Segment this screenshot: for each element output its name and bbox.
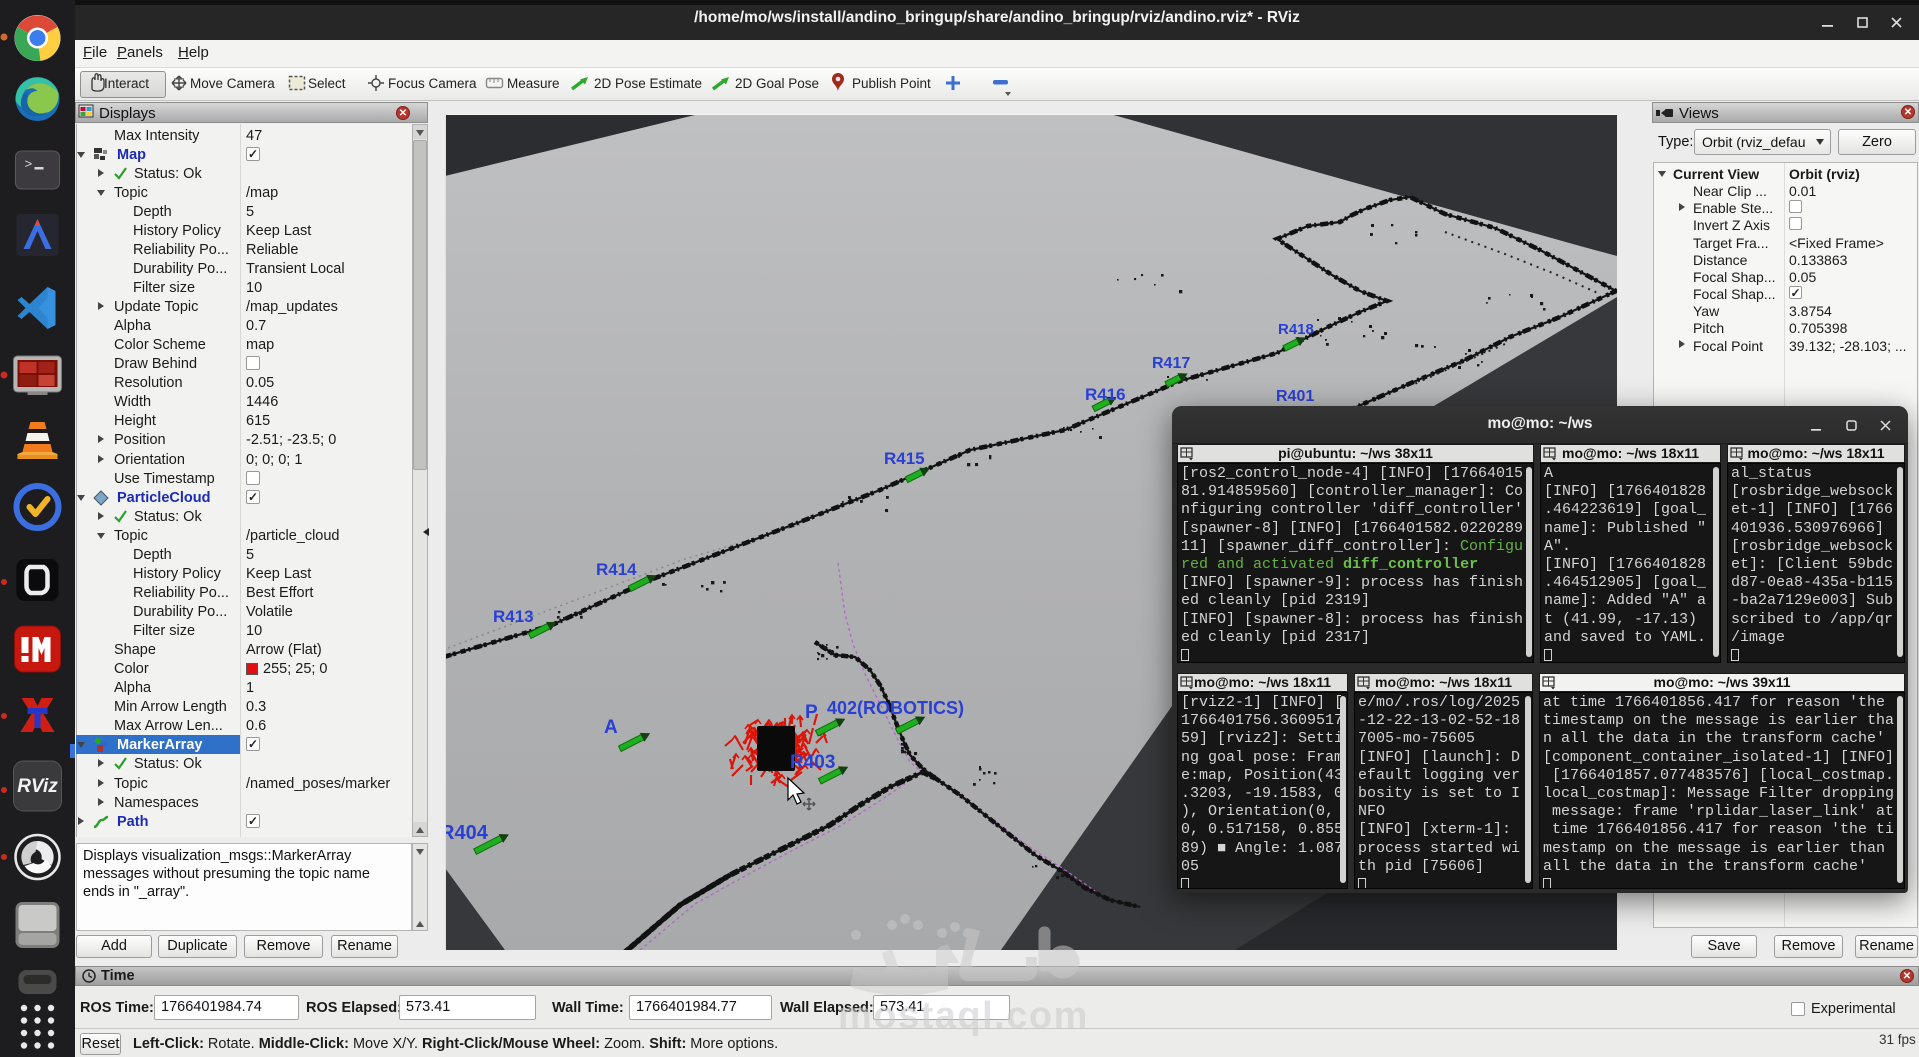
svg-text:R403: R403 — [790, 752, 835, 773]
svg-text:R401: R401 — [1276, 388, 1314, 405]
svg-text:A: A — [604, 717, 618, 738]
svg-text:>: > — [25, 157, 33, 172]
svg-text:R417: R417 — [1152, 355, 1190, 372]
svg-text:R414: R414 — [596, 560, 637, 579]
svg-text:402(ROBOTICS): 402(ROBOTICS) — [827, 698, 964, 718]
svg-text:R416: R416 — [1085, 385, 1126, 404]
svg-text:RViz: RViz — [17, 776, 58, 797]
svg-text:R418: R418 — [1278, 321, 1314, 338]
svg-text:R404: R404 — [445, 822, 489, 844]
svg-text:R413: R413 — [493, 607, 534, 626]
svg-text:R415: R415 — [884, 449, 925, 468]
svg-text:mostaql.com: mostaql.com — [838, 995, 1089, 1037]
svg-text:P: P — [805, 702, 818, 723]
